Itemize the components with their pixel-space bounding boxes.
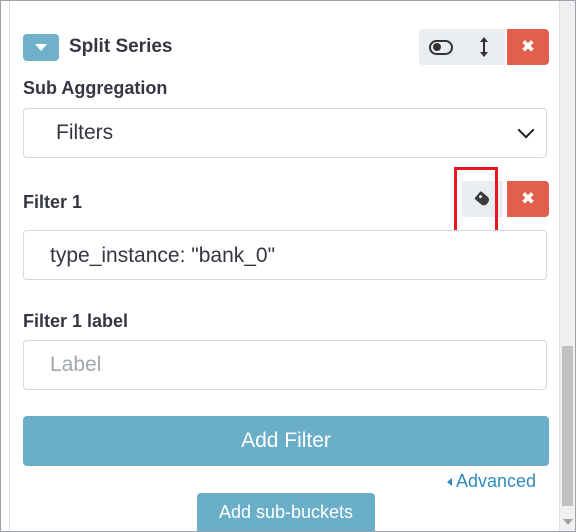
reorder-button[interactable] <box>462 29 505 65</box>
highlight-box <box>454 167 498 233</box>
editor-frame: Split Series ✖ Sub Aggregation Filters F… <box>0 0 576 532</box>
caret-left-icon <box>447 477 452 486</box>
add-filter-button[interactable]: Add Filter <box>23 416 549 466</box>
filter-1-label: Filter 1 <box>23 192 83 212</box>
filter-1-query-value: type_instance: "bank_0" <box>50 244 276 267</box>
close-icon: ✖ <box>520 188 536 209</box>
filter-1-label-heading: Filter 1 label <box>23 311 129 331</box>
toggle-icon <box>428 39 453 55</box>
split-series-actions: ✖ <box>419 29 549 65</box>
sub-aggregation-value: Filters <box>56 121 114 144</box>
select-chevron-icon <box>517 121 535 139</box>
filter-1-label-input[interactable] <box>24 341 546 389</box>
advanced-link-label: Advanced <box>456 471 537 491</box>
toggle-aggregation-button[interactable] <box>419 29 462 65</box>
up-down-arrow-icon <box>479 37 488 57</box>
advanced-link[interactable]: Advanced <box>447 471 536 492</box>
sub-aggregation-select[interactable]: Filters <box>23 108 547 158</box>
remove-filter-1-button[interactable]: ✖ <box>507 181 549 217</box>
close-icon: ✖ <box>520 36 536 57</box>
split-series-title: Split Series <box>69 36 173 57</box>
collapse-toggle-button[interactable] <box>23 34 59 61</box>
filter-1-label-field <box>23 340 547 390</box>
remove-split-series-button[interactable]: ✖ <box>507 29 549 65</box>
scrollbar-thumb[interactable] <box>562 346 573 506</box>
sub-aggregation-label: Sub Aggregation <box>23 78 168 98</box>
filter-1-query-input[interactable]: type_instance: "bank_0" <box>23 230 547 280</box>
add-sub-buckets-button[interactable]: Add sub-buckets <box>197 493 375 531</box>
vertical-scrollbar[interactable] <box>559 1 575 531</box>
scroll-down-arrow-icon[interactable] <box>563 519 573 525</box>
chevron-down-icon <box>35 44 47 51</box>
